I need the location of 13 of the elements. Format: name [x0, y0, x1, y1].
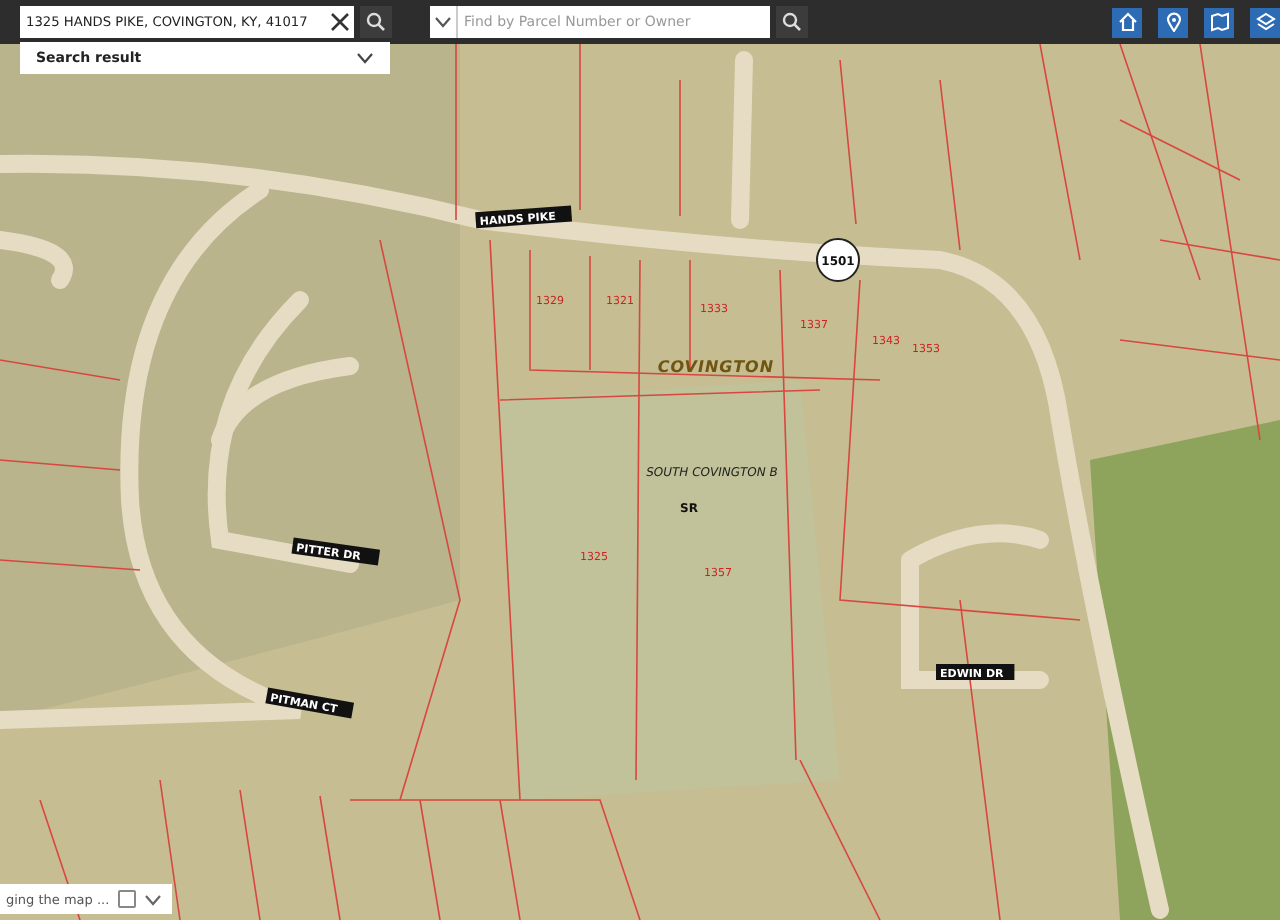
layers-button[interactable]: [1250, 7, 1280, 37]
chevron-down-icon: [356, 52, 374, 64]
map-button[interactable]: [1204, 7, 1234, 37]
location-pin-button[interactable]: [1158, 7, 1188, 37]
search-type-dropdown[interactable]: [430, 6, 458, 38]
search-button[interactable]: [360, 6, 392, 38]
home-button[interactable]: [1112, 7, 1142, 37]
place-label: COVINGTON: [657, 358, 775, 376]
chevron-down-icon: [434, 16, 452, 28]
search-button[interactable]: [776, 6, 808, 38]
chevron-down-icon[interactable]: [143, 893, 162, 905]
checkbox[interactable]: [117, 890, 136, 908]
clear-button[interactable]: [324, 6, 354, 38]
